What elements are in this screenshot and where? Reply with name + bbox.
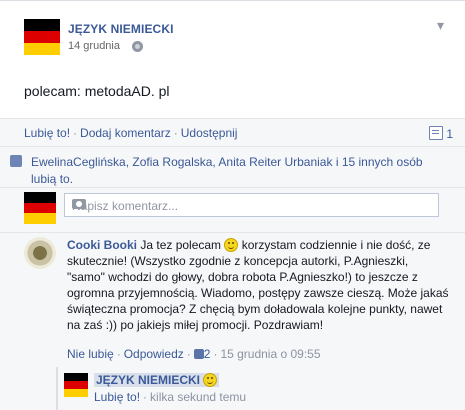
- page-avatar[interactable]: [24, 19, 60, 55]
- action-bar: Lubię to! · Dodaj komentarz · Udostępnij 1: [0, 118, 465, 147]
- page-name-link[interactable]: JĘZYK NIEMIECKI: [68, 22, 174, 36]
- comment-count[interactable]: 1: [429, 126, 453, 141]
- camera-icon[interactable]: [72, 199, 86, 209]
- post-header: JĘZYK NIEMIECKI 14 grudnia ▾: [24, 17, 444, 59]
- separator: ·: [186, 347, 191, 361]
- reply-avatar[interactable]: [64, 373, 88, 397]
- like-link[interactable]: Lubię to!: [24, 126, 70, 140]
- likes-summary: EwelinaCeglińska, Zofia Rogalska, Anita …: [0, 146, 465, 187]
- comment-body: Cooki Booki Ja tez polecam korzystam cod…: [67, 237, 449, 333]
- comment-text-2: korzystam codziennie i nie dość, ze skut…: [67, 238, 449, 332]
- post-card: JĘZYK NIEMIECKI 14 grudnia ▾ polecam: me…: [0, 0, 465, 410]
- thumbs-up-icon: [193, 349, 204, 359]
- reply-author-link[interactable]: JĘZYK NIEMIECKI: [94, 373, 220, 387]
- add-comment-link[interactable]: Dodaj komentarz: [80, 126, 171, 140]
- commenter-avatar[interactable]: [24, 237, 56, 269]
- reply-author-name: JĘZYK NIEMIECKI: [96, 373, 201, 387]
- post-text: polecam: metodaAD. pl: [24, 83, 170, 99]
- comment-icon: [429, 126, 444, 140]
- user-avatar: [24, 192, 56, 224]
- separator: ·: [116, 347, 121, 361]
- comment-timestamp[interactable]: 15 grudnia o 09:55: [220, 347, 320, 361]
- likes-text[interactable]: EwelinaCeglińska, Zofia Rogalska, Anita …: [31, 154, 451, 188]
- separator: ·: [213, 347, 218, 361]
- reply-timestamp[interactable]: kilka sekund temu: [150, 390, 246, 404]
- comment-count-value: 1: [446, 127, 453, 141]
- comment-composer: Napisz komentarz...: [0, 187, 465, 232]
- reply-like-link[interactable]: Lubię to!: [94, 390, 140, 404]
- separator: ·: [143, 390, 148, 404]
- comment-text-1: Ja tez polecam: [137, 238, 225, 252]
- chevron-down-icon[interactable]: ▾: [437, 17, 444, 34]
- separator: ·: [173, 126, 178, 140]
- reply-item: JĘZYK NIEMIECKI Lubię to! · kilka sekund t…: [56, 367, 465, 410]
- unlike-link[interactable]: Nie lubię: [67, 347, 114, 361]
- reply-meta: Lubię to! · kilka sekund temu: [94, 390, 246, 404]
- separator: ·: [73, 126, 78, 140]
- smiley-icon: [203, 373, 218, 387]
- comment-item: Cooki Booki Ja tez polecam korzystam cod…: [0, 232, 465, 410]
- comment-input[interactable]: Napisz komentarz...: [64, 193, 439, 217]
- smiley-icon: [224, 238, 239, 252]
- thumbs-up-icon: [10, 155, 22, 167]
- share-link[interactable]: Udostępnij: [181, 126, 238, 140]
- reply-link[interactable]: Odpowiedz: [124, 347, 184, 361]
- comment-author-link[interactable]: Cooki Booki: [67, 238, 137, 252]
- comment-input-placeholder: Napisz komentarz...: [72, 199, 179, 213]
- comment-meta: Nie lubię · Odpowiedz · 2 · 15 grudnia o 09:55: [67, 347, 321, 361]
- globe-icon: [132, 41, 143, 52]
- post-date-link[interactable]: 14 grudnia: [68, 40, 120, 52]
